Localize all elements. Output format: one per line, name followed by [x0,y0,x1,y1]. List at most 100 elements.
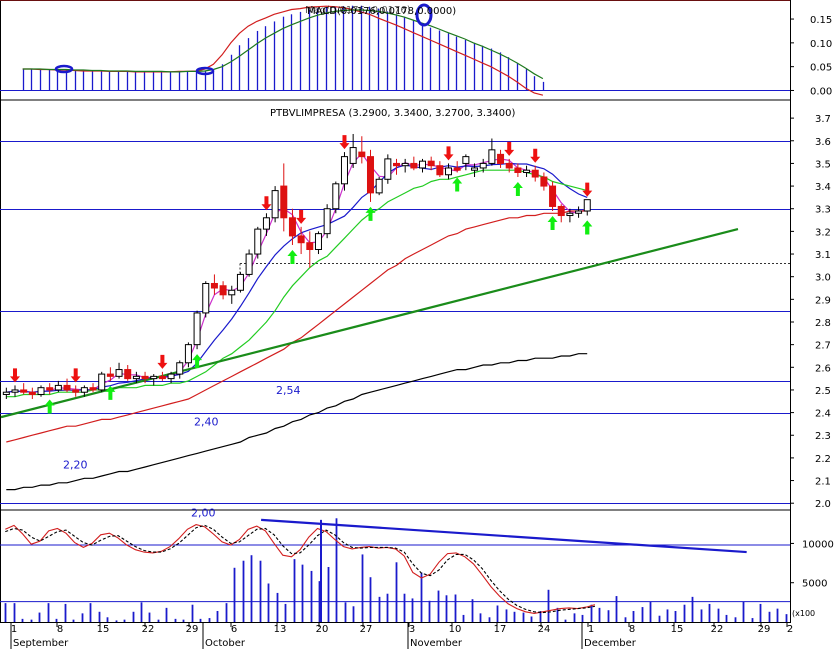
price-moving-averages [6,152,588,491]
candle-body [202,282,210,314]
x-day-label: 20 [316,624,329,635]
x-day-label: 8 [57,624,63,635]
candle-body [436,165,444,176]
candle-body [236,273,244,291]
candle-body [20,389,28,393]
x-day-label: 13 [274,624,287,635]
candle-body [514,167,522,173]
candle-body [410,162,418,169]
candle-body [549,185,557,207]
buy-arrow [512,182,523,197]
candle-body [141,375,149,380]
buy-arrow [452,177,463,192]
price-annotations: 2,54 2,40 2,20 2,00 [63,384,301,519]
price-title: PTBVLIMPRESA (3.2900, 3.3400, 3.2700, 3.… [270,108,515,119]
sell-arrow [157,354,168,369]
candle-body [566,212,574,217]
candle-body [158,375,166,380]
macd-tick-label: 0.00 [810,86,832,97]
moving-average-line [6,210,588,443]
x-day-label: 3 [409,624,415,635]
sell-arrow [530,148,541,163]
x-month-label: November [410,638,463,649]
oscillator-tick-label: 5000 [802,579,827,590]
oscillator-lines [5,518,747,622]
macd-tick-label: 0.15 [810,15,832,26]
sell-arrow [70,368,81,383]
candle-body [184,344,192,364]
price-tick-label: 2.4 [815,409,831,420]
candle-body [349,147,357,164]
sell-arrow [443,146,454,161]
x-month-label: December [584,638,637,649]
candle-body [445,167,453,176]
buy-arrow [547,215,558,230]
price-tick-label: 3.4 [815,182,831,193]
candle-body [46,387,54,391]
x-day-label: 6 [231,624,237,635]
candle-body [557,205,565,217]
x-day-label: 17 [494,624,507,635]
sell-arrow [504,141,515,156]
candle-body [340,156,348,185]
x-day-label: 24 [538,624,551,635]
candle-body [228,289,236,296]
candle-body [89,387,97,391]
oscillator-y-ticks: 10000 5000 [790,539,834,590]
candle-body [176,362,184,375]
x-month-label: October [205,638,246,649]
price-tick-label: 2.8 [815,318,831,329]
candle-body [271,190,279,219]
x-axis: 1 8 15 22 29 6 13 20 27 3 10 17 24 1 8 15 22 29 2 September… [10,622,793,649]
x-day-label: 29 [186,624,199,635]
price-tick-label: 3.5 [815,159,831,170]
candle-body [245,253,253,275]
price-y-ticks: 3.7 3.6 3.5 3.4 3.3 3.2 3.1 3.0 2.9 2.8 2.7 2.6 2.5 2… [790,114,831,510]
price-level-annotation: 2,40 [194,416,219,429]
candle-body [419,160,427,169]
macd-panel: 0.150.100.050.00 MACD(0.0176,0.0178,0.00… [0,3,832,97]
price-level-annotation: 2,20 [63,459,88,472]
sell-arrow [10,368,21,383]
candle-body [453,167,461,171]
x-day-label: 1 [588,624,594,635]
candle-body [323,208,331,235]
candle-body [115,369,123,377]
candle-body [523,169,531,173]
price-tick-label: 3.3 [815,205,831,216]
oscillator-panel: 10000 5000 (x100 [0,518,834,622]
x-day-label: 8 [629,624,635,635]
stock-chart: 0.150.100.050.00 MACD(0.0176,0.0178,0.00… [0,0,834,649]
x-day-label: 22 [142,624,155,635]
candle-body [462,156,470,164]
sell-arrow [261,196,272,211]
candle-body [63,384,71,391]
x-day-label: 22 [711,624,724,635]
candle-body [106,373,114,377]
x-day-label: 1 [11,624,17,635]
price-level-annotation: 2,54 [276,384,301,397]
buy-arrow [582,220,593,235]
candle-body [132,375,140,380]
x-day-label: 2 [787,624,793,635]
candle-body [280,185,288,219]
volume-scale-label: (x100 [792,609,815,618]
buy-arrow [287,249,298,264]
price-tick-label: 2.9 [815,295,831,306]
candle-body [497,153,505,164]
candle-body [479,162,487,169]
x-day-label: 15 [671,624,684,635]
candle-body [375,178,383,194]
price-horizontal-lines [0,141,790,504]
price-tick-label: 2.7 [815,341,831,352]
macd-tick-label: 0.10 [810,39,832,50]
candle-body [124,369,132,380]
candle-body [37,387,45,395]
macd-y-ticks: 0.15 0.10 0.05 0.00 [790,15,832,97]
x-day-label: 10 [449,624,462,635]
oscillator-line [5,524,596,614]
candle-body [193,312,201,346]
price-tick-label: 3.6 [815,137,831,148]
x-month-label: September [13,638,69,649]
price-signal-arrows [10,135,593,414]
